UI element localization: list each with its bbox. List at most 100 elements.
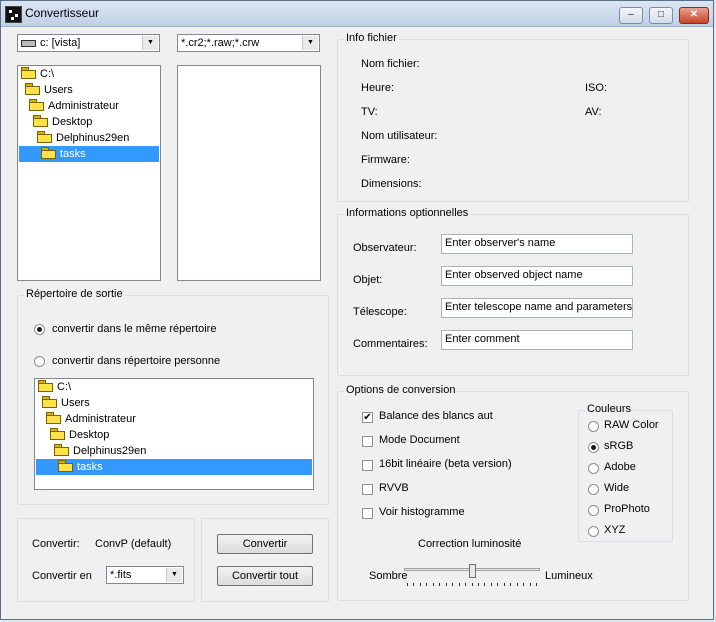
slider-thumb[interactable]	[469, 564, 476, 578]
observer-field[interactable]: Enter observer's name	[441, 234, 633, 254]
chevron-down-icon[interactable]: ▼	[142, 36, 158, 50]
slider-tick	[413, 583, 414, 586]
folder-open-icon	[25, 83, 40, 95]
color-radio-xyz[interactable]	[588, 526, 599, 537]
tree-item[interactable]: Delphinus29en	[37, 130, 129, 146]
format-select[interactable]: *.fits ▼	[106, 566, 184, 584]
histogram-label[interactable]: Voir histogramme	[379, 506, 465, 518]
folder-open-icon	[38, 380, 53, 392]
convert-all-button[interactable]: Convertir tout	[217, 566, 313, 586]
tree-item[interactable]: C:\	[21, 66, 54, 82]
color-radio-prophoto[interactable]	[588, 505, 599, 516]
drive-select[interactable]: c: [vista] ▼	[17, 34, 160, 52]
tree-item-label: Users	[61, 397, 90, 409]
color-label-xyz[interactable]: XYZ	[604, 524, 625, 536]
tree-item[interactable]: Users	[25, 82, 73, 98]
folder-open-icon	[37, 131, 52, 143]
brightness-title: Correction luminosité	[418, 538, 522, 550]
folder-open-icon	[54, 444, 69, 456]
tree-item[interactable]: C:\	[38, 379, 71, 395]
linear16-label[interactable]: 16bit linéaire (beta version)	[379, 458, 512, 470]
tree-item[interactable]: Desktop	[33, 114, 92, 130]
tree-item-label: tasks	[77, 461, 103, 473]
tree-item[interactable]: Users	[42, 395, 90, 411]
object-field[interactable]: Enter observed object name	[441, 266, 633, 286]
slider-tick	[497, 583, 498, 586]
radio-custom-directory-label[interactable]: convertir dans répertoire personne	[52, 355, 220, 367]
tree-item-selected[interactable]: tasks	[19, 146, 159, 162]
slider-tick	[478, 583, 479, 586]
slider-tick	[433, 583, 434, 586]
time-label: Heure:	[361, 82, 395, 94]
tree-item[interactable]: Administrateur	[29, 98, 119, 114]
tree-item-selected[interactable]: tasks	[36, 459, 312, 475]
histogram-checkbox[interactable]	[362, 508, 373, 519]
tree-item[interactable]: Desktop	[50, 427, 109, 443]
slider-tick	[465, 583, 466, 586]
radio-same-directory-label[interactable]: convertir dans le même répertoire	[52, 323, 216, 335]
app-icon	[5, 6, 22, 23]
radio-custom-directory[interactable]	[34, 356, 45, 367]
title-bar[interactable]: Convertisseur – □ ✕	[1, 1, 713, 27]
colors-title: Couleurs	[585, 403, 634, 415]
telescope-label: Télescope:	[353, 306, 407, 318]
tree-item-label: Desktop	[52, 116, 93, 128]
color-label-srgb[interactable]: sRGB	[604, 440, 633, 452]
slider-tick	[446, 583, 447, 586]
document-mode-checkbox[interactable]	[362, 436, 373, 447]
folder-open-icon	[41, 147, 56, 159]
rwb-checkbox[interactable]	[362, 484, 373, 495]
white-balance-label[interactable]: Balance des blancs aut	[379, 410, 493, 422]
chevron-down-icon[interactable]: ▼	[166, 568, 182, 582]
rwb-label[interactable]: RVVB	[379, 482, 409, 494]
tree-item-label: Users	[44, 84, 73, 96]
filename-label: Nom fichier:	[361, 58, 420, 70]
minimize-button[interactable]: –	[619, 7, 643, 24]
output-folder-tree[interactable]: C:\ Users Administrateur Desktop Delphin…	[34, 378, 314, 490]
white-balance-checkbox[interactable]: ✔	[362, 412, 373, 423]
color-radio-wide[interactable]	[588, 484, 599, 495]
slider-tick	[407, 583, 408, 586]
slider-tick	[510, 583, 511, 586]
slider-ticks	[404, 583, 540, 587]
dimensions-label: Dimensions:	[361, 178, 422, 190]
drive-select-value: c: [vista]	[40, 37, 81, 49]
document-mode-label[interactable]: Mode Document	[379, 434, 460, 446]
color-label-prophoto[interactable]: ProPhoto	[604, 503, 650, 515]
filter-select[interactable]: *.cr2;*.raw;*.crw ▼	[177, 34, 320, 52]
optional-info-title: Informations optionnelles	[344, 207, 471, 219]
conversion-options-group: Options de conversion ✔ Balance des blan…	[337, 384, 689, 601]
color-radio-adobe[interactable]	[588, 463, 599, 474]
file-list[interactable]	[177, 65, 321, 281]
maximize-button[interactable]: □	[649, 7, 673, 24]
file-info-group: Info fichier Nom fichier: Heure: TV: Nom…	[337, 32, 689, 202]
window-title: Convertisseur	[25, 6, 100, 20]
tree-item-label: Delphinus29en	[56, 132, 130, 144]
tree-item-label: tasks	[60, 148, 86, 160]
color-label-wide[interactable]: Wide	[604, 482, 629, 494]
converter-value: ConvP (default)	[95, 538, 172, 550]
firmware-label: Firmware:	[361, 154, 410, 166]
radio-same-directory[interactable]	[34, 324, 45, 335]
color-radio-srgb[interactable]	[588, 442, 599, 453]
color-radio-raw[interactable]	[588, 421, 599, 432]
output-directory-title: Répertoire de sortie	[24, 288, 125, 300]
slider-tick	[530, 583, 531, 586]
close-button[interactable]: ✕	[679, 7, 709, 24]
chevron-down-icon[interactable]: ▼	[302, 36, 318, 50]
tree-item[interactable]: Administrateur	[46, 411, 136, 427]
source-folder-tree[interactable]: C:\ Users Administrateur Desktop Delphin…	[17, 65, 161, 281]
brightness-slider[interactable]	[404, 564, 540, 588]
telescope-field[interactable]: Enter telescope name and parameters	[441, 298, 633, 318]
av-label: AV:	[585, 106, 602, 118]
slider-tick	[504, 583, 505, 586]
linear16-checkbox[interactable]	[362, 460, 373, 471]
convert-button[interactable]: Convertir	[217, 534, 313, 554]
color-label-raw[interactable]: RAW Color	[604, 419, 659, 431]
observer-label: Observateur:	[353, 242, 417, 254]
iso-label: ISO:	[585, 82, 608, 94]
tree-item[interactable]: Delphinus29en	[54, 443, 146, 459]
comments-field[interactable]: Enter comment	[441, 330, 633, 350]
folder-open-icon	[29, 99, 44, 111]
color-label-adobe[interactable]: Adobe	[604, 461, 636, 473]
